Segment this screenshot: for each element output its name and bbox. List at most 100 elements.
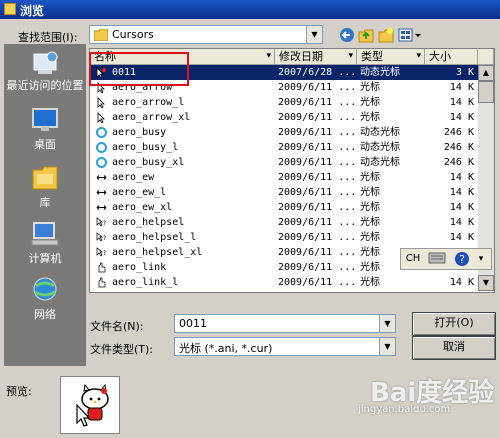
chevron-down-icon: ▾: [348, 51, 353, 61]
up-folder-icon[interactable]: [358, 27, 374, 43]
look-in-dropdown[interactable]: Cursors ▼: [89, 25, 323, 44]
open-button[interactable]: 打开(O): [412, 312, 496, 336]
svg-text:?: ?: [103, 250, 106, 257]
filetype-dropdown[interactable]: 光标 (*.ani, *.cur) ▼: [174, 337, 396, 356]
file-size: 3 K: [455, 67, 474, 78]
scroll-up-icon[interactable]: ▲: [478, 65, 494, 81]
place-label-libraries: 库: [39, 196, 51, 209]
recent-places-icon: [30, 50, 60, 78]
file-name: aero_helpsel: [112, 217, 185, 228]
places-bar: 最近访问的位置 桌面 库 计算机 网络: [4, 44, 86, 366]
back-icon[interactable]: [339, 27, 355, 43]
place-label-computer: 计算机: [28, 252, 62, 265]
file-name: aero_arrow_l: [112, 97, 185, 108]
filetype-label: 文件类型(T):: [90, 343, 154, 356]
file-date: 2009/6/11 ...: [278, 112, 357, 123]
column-modified-label: 修改日期: [279, 50, 323, 63]
file-name: aero_helpsel_l: [112, 232, 197, 243]
file-name: aero_ew_xl: [112, 202, 173, 213]
cancel-button[interactable]: 取消: [412, 336, 496, 360]
file-name: aero_link: [112, 262, 167, 273]
chevron-down-icon[interactable]: ▼: [306, 26, 322, 43]
new-folder-icon[interactable]: [378, 27, 394, 43]
file-size: 14 K: [449, 277, 474, 288]
column-header-modified[interactable]: 修改日期 ▾: [275, 49, 357, 65]
arrow-cursor-icon: [97, 97, 105, 108]
file-row[interactable]: aero_busy_l 2009/6/11 ... 动态光标 246 K: [90, 140, 478, 155]
title-bar: 浏览: [0, 0, 500, 19]
column-type-label: 类型: [361, 50, 383, 63]
svg-text:?: ?: [459, 253, 465, 266]
file-date: 2009/6/11 ...: [278, 217, 357, 228]
file-date: 2009/6/11 ...: [278, 127, 357, 138]
scroll-down-icon[interactable]: ▼: [478, 275, 494, 291]
file-row[interactable]: aero_link_l 2009/6/11 ... 光标 14 K: [90, 275, 478, 290]
busy-cursor-icon: [96, 127, 107, 138]
file-date: 2009/6/11 ...: [278, 187, 357, 198]
file-size: 14 K: [449, 97, 474, 108]
svg-text:?: ?: [103, 235, 106, 242]
file-date: 2009/6/11 ...: [278, 202, 357, 213]
link-cursor-icon: [98, 262, 106, 273]
file-row[interactable]: ? aero_helpsel_l 2009/6/11 ... 光标 14 K: [90, 230, 478, 245]
chevron-down-icon[interactable]: ▼: [379, 315, 395, 332]
file-name: aero_busy: [112, 127, 167, 138]
place-recent[interactable]: 最近访问的位置: [4, 50, 86, 92]
place-desktop[interactable]: 桌面: [4, 106, 86, 152]
file-row[interactable]: aero_arrow_l 2009/6/11 ... 光标 14 K: [90, 95, 478, 110]
filename-label: 文件名(N):: [90, 320, 144, 333]
column-header-type[interactable]: 类型 ▾: [357, 49, 425, 65]
file-row[interactable]: aero_ew_l 2009/6/11 ... 光标 14 K: [90, 185, 478, 200]
place-label-desktop: 桌面: [34, 138, 56, 151]
column-header-corner: [478, 49, 494, 65]
file-date: 2009/6/11 ...: [278, 232, 357, 243]
file-name: aero_arrow_xl: [112, 112, 191, 123]
place-label-network: 网络: [34, 308, 56, 321]
file-name: aero_helpsel_xl: [112, 247, 203, 258]
keyboard-icon[interactable]: [427, 251, 447, 267]
chevron-down-icon: ▾: [266, 51, 271, 61]
file-type: 光标: [360, 232, 380, 243]
file-type: 光标: [360, 82, 380, 93]
file-type: 光标: [360, 277, 380, 288]
column-header-size[interactable]: 大小: [425, 49, 478, 65]
file-type: 动态光标: [360, 157, 400, 168]
file-size: 246 K: [443, 127, 474, 138]
watermark-url: jingyan.baidu.com: [358, 404, 451, 415]
file-date: 2009/6/11 ...: [278, 247, 357, 258]
file-date: 2009/6/11 ...: [278, 172, 357, 183]
place-computer[interactable]: 计算机: [4, 220, 86, 266]
file-type: 光标: [360, 262, 380, 273]
column-size-label: 大小: [429, 50, 451, 63]
file-size: 246 K: [443, 157, 474, 168]
file-row[interactable]: aero_busy_xl 2009/6/11 ... 动态光标 246 K: [90, 155, 478, 170]
file-row[interactable]: aero_ew 2009/6/11 ... 光标 14 K: [90, 170, 478, 185]
file-row[interactable]: aero_busy 2009/6/11 ... 动态光标 246 K: [90, 125, 478, 140]
file-size: 14 K: [449, 82, 474, 93]
file-size: 14 K: [449, 187, 474, 198]
file-row[interactable]: ? aero_helpsel 2009/6/11 ... 光标 14 K: [90, 215, 478, 230]
folder-icon: [94, 29, 108, 41]
place-network[interactable]: 网络: [4, 276, 86, 322]
svg-text:?: ?: [103, 220, 106, 227]
resize-ew-cursor-icon: [96, 175, 107, 180]
help-icon[interactable]: ?: [453, 251, 471, 267]
filetype-value: 光标 (*.ani, *.cur): [179, 342, 273, 355]
file-type: 光标: [360, 247, 380, 258]
file-row[interactable]: aero_arrow_xl 2009/6/11 ... 光标 14 K: [90, 110, 478, 125]
chevron-down-icon[interactable]: ▼: [379, 338, 395, 355]
view-menu-icon[interactable]: [398, 27, 422, 43]
filename-input[interactable]: 0011 ▼: [174, 314, 396, 333]
language-indicator[interactable]: CH: [403, 251, 423, 267]
libraries-icon: [30, 164, 60, 192]
desktop-icon: [30, 106, 60, 134]
file-size: 14 K: [449, 232, 474, 243]
file-size: 14 K: [449, 217, 474, 228]
place-label-recent: 最近访问的位置: [6, 79, 84, 92]
options-icon[interactable]: ▾: [475, 251, 487, 267]
place-libraries[interactable]: 库: [4, 164, 86, 210]
language-bar[interactable]: CH ? ▾: [400, 248, 492, 270]
file-size: 14 K: [449, 112, 474, 123]
file-row[interactable]: aero_ew_xl 2009/6/11 ... 光标 14 K: [90, 200, 478, 215]
scroll-thumb[interactable]: [478, 81, 494, 103]
